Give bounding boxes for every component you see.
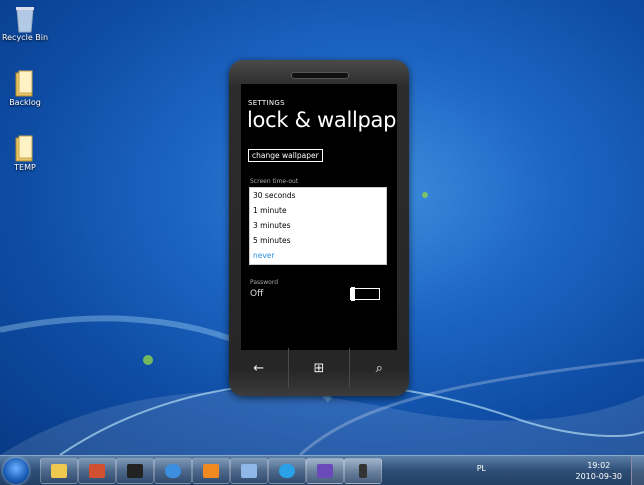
taskbar-phone-emulator[interactable] <box>344 458 382 484</box>
app-icon <box>241 464 257 478</box>
taskbar-skype[interactable] <box>268 458 306 484</box>
system-tray: PL 19:02 2010-09-30 <box>444 456 644 485</box>
folder-icon <box>14 70 36 97</box>
taskbar: PL 19:02 2010-09-30 <box>0 455 644 485</box>
clock-time: 19:02 <box>587 461 611 470</box>
clock[interactable]: 19:02 2010-09-30 <box>576 460 623 482</box>
timeout-option[interactable]: 5 minutes <box>250 233 386 248</box>
phone-emulator: SETTINGS lock & wallpape change wallpape… <box>229 60 409 396</box>
media-player-icon <box>203 464 219 478</box>
language-indicator[interactable]: PL <box>477 464 486 473</box>
timeout-option-selected[interactable]: never <box>250 248 386 263</box>
media-center-icon <box>127 464 143 478</box>
desktop-icon-recycle-bin[interactable]: Recycle Bin <box>0 5 50 42</box>
tools-icon <box>89 464 105 478</box>
taskbar-app[interactable] <box>230 458 268 484</box>
clock-date: 2010-09-30 <box>575 472 623 481</box>
desktop-icon-label: Backlog <box>9 98 41 107</box>
desktop-icon-temp[interactable]: TEMP <box>0 135 50 172</box>
desktop-icon-label: Recycle Bin <box>1 33 49 42</box>
phone-emulator-icon <box>359 464 367 478</box>
timeout-option[interactable]: 3 minutes <box>250 218 386 233</box>
app-title: SETTINGS <box>248 99 285 107</box>
password-toggle[interactable] <box>350 287 380 301</box>
taskbar-visual-studio[interactable] <box>306 458 344 484</box>
skype-icon <box>279 464 295 478</box>
start-orb[interactable] <box>3 458 29 484</box>
timeout-list[interactable]: 30 seconds 1 minute 3 minutes 5 minutes … <box>249 187 387 265</box>
timeout-option[interactable]: 30 seconds <box>250 188 386 203</box>
internet-explorer-icon <box>165 464 181 478</box>
desktop: Recycle Bin Backlog TEMP SETTINGS lock &… <box>0 0 644 455</box>
desktop-icon-label: TEMP <box>14 163 36 172</box>
password-label: Password <box>250 279 279 286</box>
taskbar-explorer[interactable] <box>40 458 78 484</box>
password-value: Off <box>250 289 264 299</box>
search-icon: ⌕ <box>375 360 383 376</box>
timeout-option[interactable]: 1 minute <box>250 203 386 218</box>
taskbar-media-player[interactable] <box>192 458 230 484</box>
taskbar-internet-explorer[interactable] <box>154 458 192 484</box>
change-wallpaper-button[interactable]: change wallpaper <box>248 149 323 162</box>
recycle-bin-icon <box>14 5 36 33</box>
timeout-label: Screen time-out <box>250 178 299 185</box>
start-button[interactable]: ⊞ <box>289 348 350 388</box>
back-arrow-icon: ← <box>253 360 265 376</box>
phone-screen: SETTINGS lock & wallpape change wallpape… <box>241 84 397 350</box>
phone-speaker <box>291 72 349 79</box>
windows-logo-icon: ⊞ <box>313 360 325 376</box>
visual-studio-icon <box>317 464 333 478</box>
desktop-icon-backlog[interactable]: Backlog <box>0 70 50 107</box>
back-button[interactable]: ← <box>229 348 290 388</box>
search-button[interactable]: ⌕ <box>350 348 409 388</box>
explorer-icon <box>51 464 67 478</box>
page-title: lock & wallpape <box>247 108 397 132</box>
hardware-buttons: ← ⊞ ⌕ <box>229 348 409 388</box>
toggle-knob <box>351 287 355 301</box>
show-desktop-button[interactable] <box>631 456 644 485</box>
folder-icon <box>14 135 36 162</box>
taskbar-tools[interactable] <box>78 458 116 484</box>
taskbar-media-center[interactable] <box>116 458 154 484</box>
